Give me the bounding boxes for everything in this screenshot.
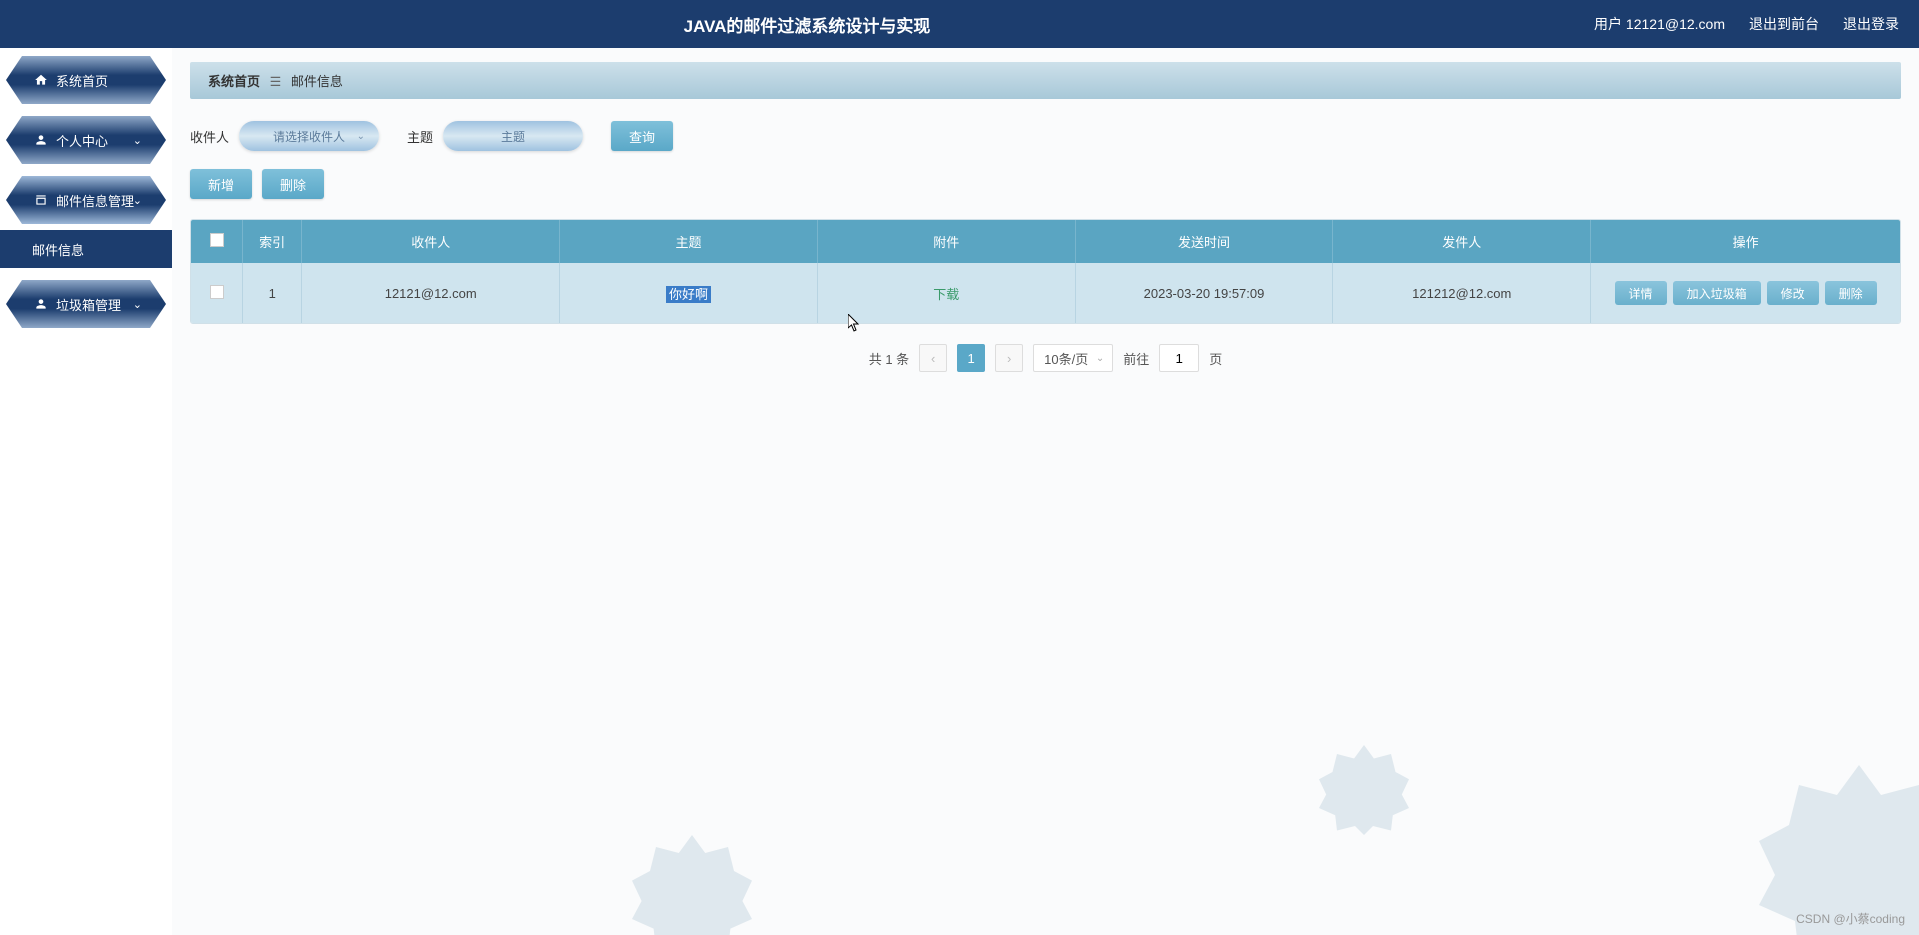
sidebar-item-label: 系统首页 bbox=[56, 71, 108, 90]
edit-button[interactable]: 修改 bbox=[1767, 281, 1819, 305]
sidebar-item-home[interactable]: 系统首页 bbox=[6, 56, 166, 104]
chevron-down-icon: ⌄ bbox=[133, 194, 142, 207]
breadcrumb-home[interactable]: 系统首页 bbox=[208, 74, 260, 89]
goto-page-input[interactable] bbox=[1159, 344, 1199, 372]
page-number-button[interactable]: 1 bbox=[957, 344, 985, 372]
recipient-select[interactable]: 请选择收件人 ⌄ bbox=[239, 121, 379, 151]
row-checkbox[interactable] bbox=[210, 285, 224, 299]
prev-page-button[interactable]: ‹ bbox=[919, 344, 947, 372]
col-recipient: 收件人 bbox=[302, 220, 560, 263]
col-sender: 发件人 bbox=[1333, 220, 1591, 263]
person-icon bbox=[34, 133, 48, 147]
action-row: 新增 删除 bbox=[190, 169, 1901, 199]
mail-icon bbox=[34, 193, 48, 207]
main-content: 系统首页 ☰ 邮件信息 收件人 请选择收件人 ⌄ 主题 主题 查询 新增 删除 bbox=[172, 48, 1919, 935]
person-icon bbox=[34, 297, 48, 311]
subject-highlight: 你好啊 bbox=[666, 286, 711, 303]
sidebar-item-label: 个人中心 bbox=[56, 131, 108, 150]
chevron-down-icon: ⌄ bbox=[133, 298, 142, 311]
sidebar-item-mail-manage[interactable]: 邮件信息管理 ⌄ bbox=[6, 176, 166, 224]
sidebar-item-trash[interactable]: 垃圾箱管理 ⌄ bbox=[6, 280, 166, 328]
col-subject: 主题 bbox=[560, 220, 818, 263]
filter-row: 收件人 请选择收件人 ⌄ 主题 主题 查询 bbox=[190, 121, 1901, 151]
subject-label: 主题 bbox=[407, 127, 433, 146]
sidebar-sub-label: 邮件信息 bbox=[32, 240, 84, 259]
trash-button[interactable]: 加入垃圾箱 bbox=[1673, 281, 1761, 305]
logout-front-link[interactable]: 退出到前台 bbox=[1749, 14, 1819, 34]
sidebar-item-label: 邮件信息管理 bbox=[56, 191, 134, 210]
gear-icon bbox=[632, 835, 752, 935]
next-page-button[interactable]: › bbox=[995, 344, 1023, 372]
logout-link[interactable]: 退出登录 bbox=[1843, 14, 1899, 34]
select-all-checkbox[interactable] bbox=[210, 233, 224, 247]
app-title: JAVA的邮件过滤系统设计与实现 bbox=[20, 12, 1594, 37]
recipient-placeholder: 请选择收件人 bbox=[273, 128, 345, 145]
cell-subject: 你好啊 bbox=[560, 263, 818, 323]
subject-input[interactable]: 主题 bbox=[443, 121, 583, 151]
sidebar-sub-mail-info[interactable]: 邮件信息 bbox=[0, 230, 172, 268]
download-link[interactable]: 下载 bbox=[933, 287, 959, 302]
cell-sender: 121212@12.com bbox=[1333, 263, 1591, 323]
header: JAVA的邮件过滤系统设计与实现 用户 12121@12.com 退出到前台 退… bbox=[0, 0, 1919, 48]
pagination: 共 1 条 ‹ 1 › 10条/页 ⌄ 前往 页 bbox=[190, 344, 1901, 372]
user-label[interactable]: 用户 12121@12.com bbox=[1594, 14, 1725, 34]
recipient-label: 收件人 bbox=[190, 127, 229, 146]
cell-recipient: 12121@12.com bbox=[302, 263, 560, 323]
mail-table: 索引 收件人 主题 附件 发送时间 发件人 操作 1 12121@12.com bbox=[190, 219, 1901, 324]
detail-button[interactable]: 详情 bbox=[1615, 281, 1667, 305]
gear-icon bbox=[1319, 745, 1409, 835]
page-size-select[interactable]: 10条/页 ⌄ bbox=[1033, 344, 1113, 372]
row-delete-button[interactable]: 删除 bbox=[1825, 281, 1877, 305]
cell-sent-time: 2023-03-20 19:57:09 bbox=[1075, 263, 1333, 323]
total-text: 共 1 条 bbox=[869, 349, 909, 368]
col-index: 索引 bbox=[243, 220, 302, 263]
goto-prefix: 前往 bbox=[1123, 349, 1149, 368]
goto-suffix: 页 bbox=[1209, 349, 1222, 368]
chevron-down-icon: ⌄ bbox=[133, 134, 142, 147]
delete-button[interactable]: 删除 bbox=[262, 169, 324, 199]
subject-placeholder: 主题 bbox=[501, 128, 525, 145]
add-button[interactable]: 新增 bbox=[190, 169, 252, 199]
col-actions: 操作 bbox=[1591, 220, 1900, 263]
watermark: CSDN @小蔡coding bbox=[1796, 910, 1905, 927]
breadcrumb-sep-icon: ☰ bbox=[270, 74, 282, 89]
cell-actions: 详情 加入垃圾箱 修改 删除 bbox=[1591, 263, 1900, 323]
page-size-label: 10条/页 bbox=[1044, 349, 1088, 368]
table-row: 1 12121@12.com 你好啊 下载 2023-03-20 19:57:0… bbox=[191, 263, 1900, 323]
home-icon bbox=[34, 73, 48, 87]
sidebar-item-profile[interactable]: 个人中心 ⌄ bbox=[6, 116, 166, 164]
col-attachment: 附件 bbox=[817, 220, 1075, 263]
cell-index: 1 bbox=[243, 263, 302, 323]
breadcrumb-current: 邮件信息 bbox=[291, 74, 343, 89]
cell-attachment: 下载 bbox=[817, 263, 1075, 323]
breadcrumb: 系统首页 ☰ 邮件信息 bbox=[190, 62, 1901, 99]
col-sent-time: 发送时间 bbox=[1075, 220, 1333, 263]
sidebar-item-label: 垃圾箱管理 bbox=[56, 295, 121, 314]
search-button[interactable]: 查询 bbox=[611, 121, 673, 151]
header-right: 用户 12121@12.com 退出到前台 退出登录 bbox=[1594, 14, 1899, 34]
chevron-down-icon: ⌄ bbox=[1096, 353, 1104, 364]
chevron-down-icon: ⌄ bbox=[357, 131, 365, 142]
sidebar: 系统首页 个人中心 ⌄ 邮件信息管理 ⌄ 邮件信息 垃圾箱管理 ⌄ bbox=[0, 48, 172, 935]
